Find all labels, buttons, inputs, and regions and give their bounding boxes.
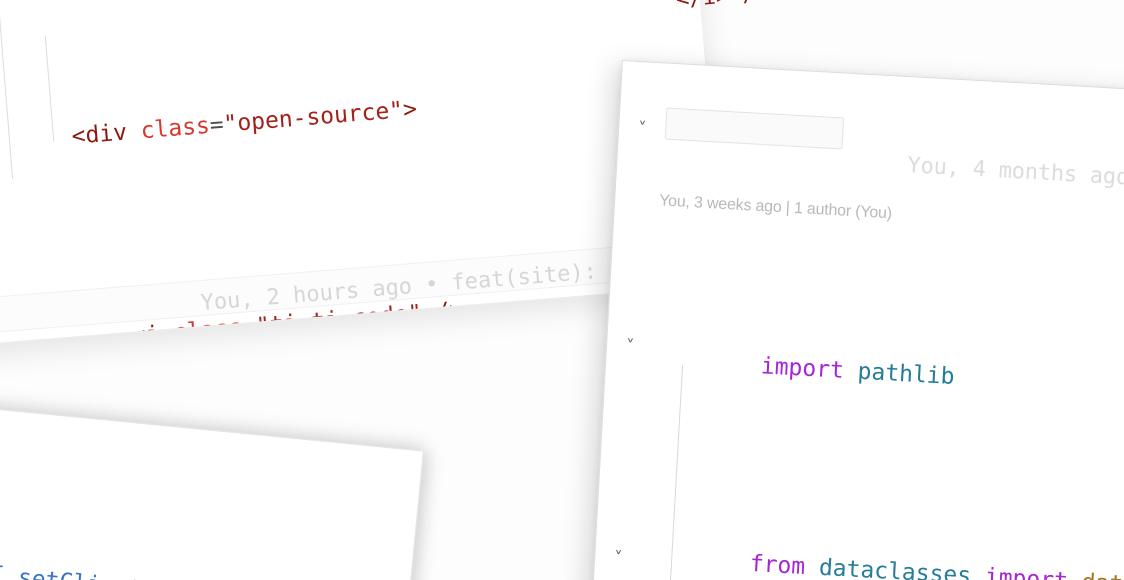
import-keyword: import [984,564,1068,580]
tag-open: <i [131,320,174,349]
imported-name: dataclass [1067,569,1124,580]
code-line: import pathlib [648,311,1124,441]
blame-annotation-text: You, 3 weeks ago | 1 author (You) [659,190,1124,243]
self-closing-tag: /> [421,297,464,326]
clipped-code-fragment-top: </i> /> [675,0,769,13]
module-name: dataclasses [804,554,985,580]
code-line: <div class="open-source"> [0,35,711,197]
tag-open: <div [71,118,142,149]
attr-value: "open-source" [223,97,405,137]
screenshot-stage: </i> /> <div class="open-source"> <i cla… [0,0,1124,580]
javascript-editor-panel[interactable]: import { setClient } from '@omdjs/ port … [0,388,424,580]
code-line-clipped: import { setClient } from '@omdjs/ [0,503,412,580]
attr-name: class [140,113,211,144]
tag-close: > [402,96,418,123]
javascript-code-area[interactable]: import { setClient } from '@omdjs/ port … [0,389,423,580]
import-keyword: import [760,353,844,384]
from-keyword: from [749,551,806,580]
python-editor-panel[interactable]: ˅ ˅ ˅ You, 3 weeks ago | 1 author (You) … [590,60,1124,580]
clipped-import-line: import { setClient } from '@omdjs/ [0,553,364,580]
attr-name: class [172,315,243,346]
module-name: pathlib [843,358,955,390]
python-code-area[interactable]: You, 3 weeks ago | 1 author (You) import… [590,61,1124,580]
code-line: from dataclasses import dataclass [636,509,1124,580]
